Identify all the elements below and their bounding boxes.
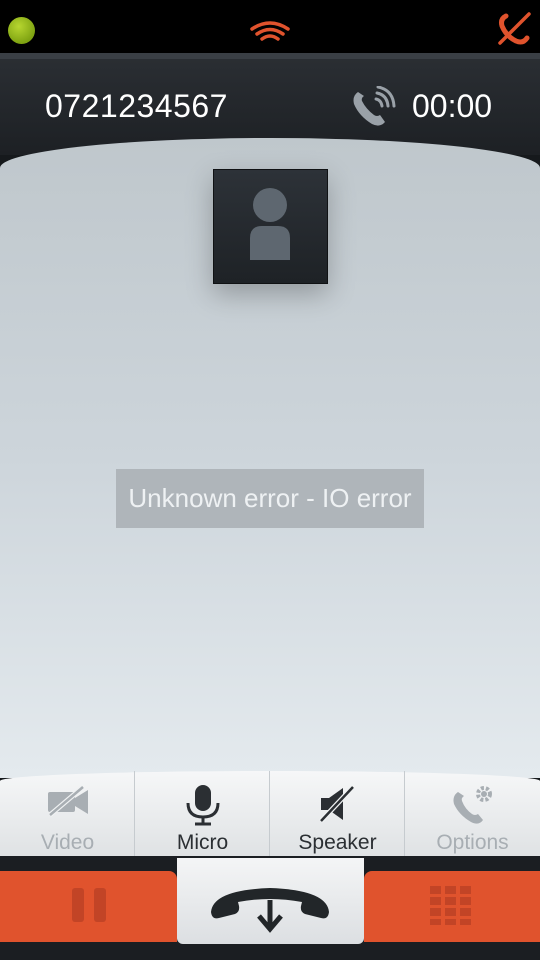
video-off-icon <box>48 785 88 817</box>
status-dot <box>8 17 35 44</box>
call-timer: 00:00 <box>412 88 493 124</box>
error-message: Unknown error - IO error <box>116 469 424 528</box>
micro-label: Micro <box>176 831 229 854</box>
microphone-icon <box>186 785 220 826</box>
signal-waves-icon <box>250 21 290 41</box>
speaker-label: Speaker <box>298 831 377 854</box>
speaker-button[interactable]: Speaker <box>270 771 405 856</box>
dialpad-icon <box>430 886 471 925</box>
dialpad-button[interactable] <box>364 871 540 942</box>
hang-up-button[interactable] <box>177 858 364 944</box>
video-button[interactable]: Video <box>0 771 135 856</box>
contact-avatar <box>213 169 328 284</box>
speaker-off-icon <box>319 785 355 823</box>
hold-button[interactable] <box>0 871 177 942</box>
status-bar <box>0 0 540 56</box>
pause-icon <box>72 888 106 922</box>
phone-gear-icon <box>453 786 492 824</box>
hang-up-icon <box>211 888 329 933</box>
options-button[interactable]: Options <box>405 771 540 856</box>
caller-number: 0721234567 <box>45 88 228 124</box>
video-label: Video <box>40 831 95 854</box>
micro-button[interactable]: Micro <box>135 771 270 856</box>
no-connection-icon <box>498 12 531 45</box>
options-label: Options <box>436 831 509 854</box>
contact-avatar-icon <box>250 188 290 260</box>
call-in-progress-icon <box>353 86 396 126</box>
